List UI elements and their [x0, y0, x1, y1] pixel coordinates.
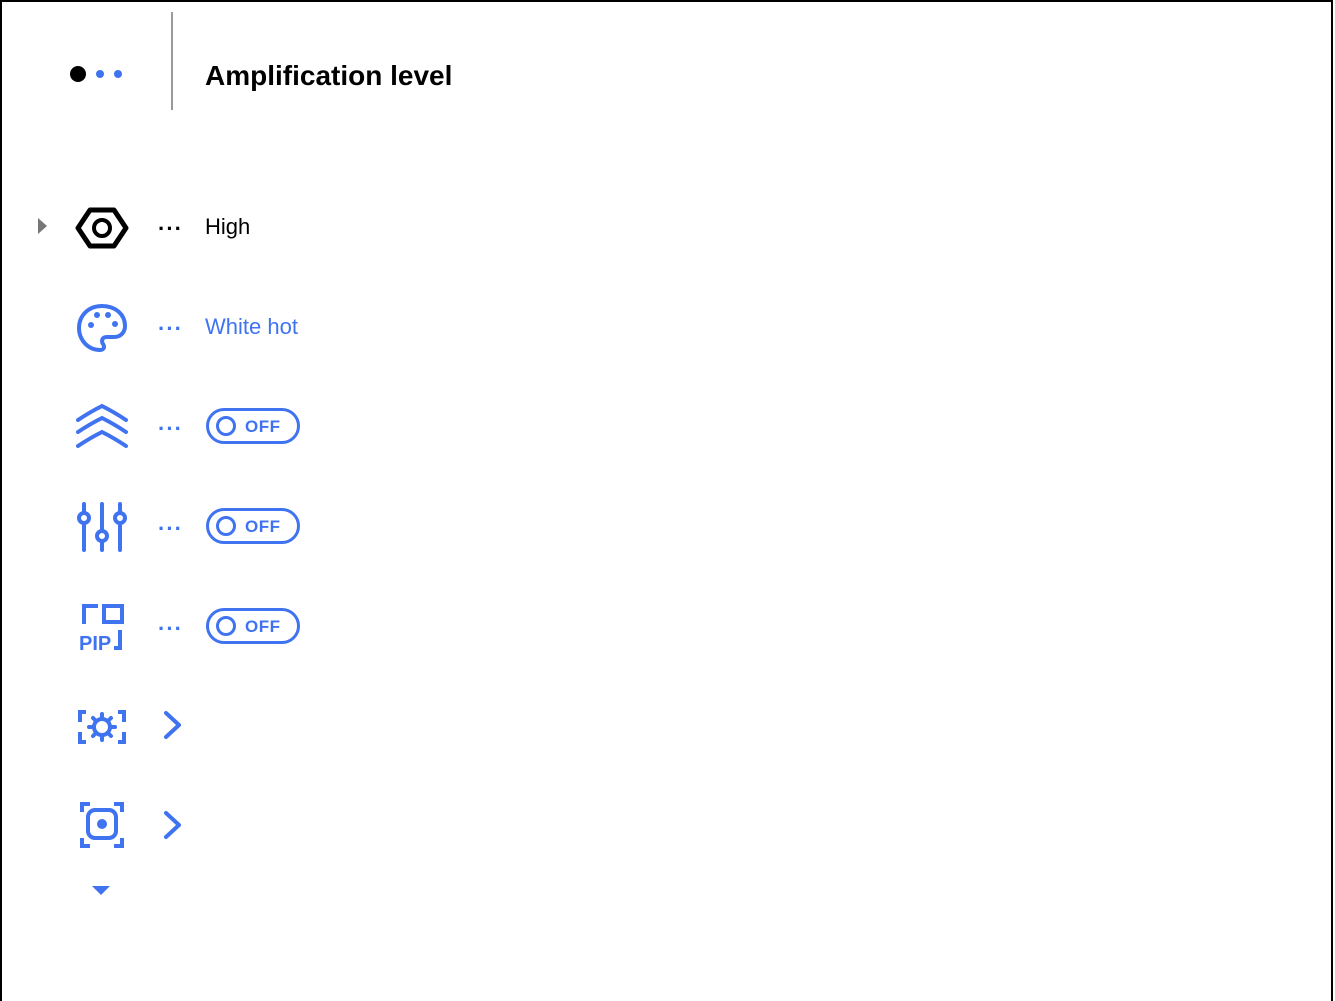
- page-dot-active: [70, 66, 86, 82]
- selection-arrow-icon: [38, 218, 47, 234]
- page-dot: [114, 70, 122, 78]
- menu-item-focus[interactable]: [0, 796, 700, 856]
- chevron-right-icon[interactable]: [160, 810, 186, 840]
- pip-icon: PIP: [74, 600, 130, 656]
- chevron-right-icon[interactable]: [160, 710, 186, 740]
- palette-icon: [74, 300, 130, 356]
- waves-toggle[interactable]: OFF: [206, 408, 300, 444]
- menu-item-amplification[interactable]: ··· High: [0, 198, 700, 258]
- menu-item-palette[interactable]: ··· White hot: [0, 298, 700, 358]
- menu-item-pip[interactable]: PIP ··· OFF: [0, 598, 700, 658]
- menu-item-sliders[interactable]: ··· OFF: [0, 498, 700, 558]
- toggle-label: OFF: [245, 617, 281, 636]
- sliders-icon: [74, 500, 130, 556]
- toggle-knob: [216, 416, 236, 436]
- settings-frame-icon: [74, 698, 130, 754]
- ellipsis: ···: [158, 216, 183, 241]
- focus-frame-icon: [74, 798, 130, 854]
- page-title: Amplification level: [205, 60, 453, 91]
- toggle-knob: [216, 516, 236, 536]
- ellipsis: ···: [158, 616, 183, 641]
- pip-toggle[interactable]: OFF: [206, 608, 300, 644]
- ellipsis: ···: [158, 416, 183, 441]
- sliders-toggle[interactable]: OFF: [206, 508, 300, 544]
- toggle-label: OFF: [245, 417, 281, 436]
- ellipsis: ···: [158, 516, 183, 541]
- toggle-label: OFF: [245, 517, 281, 536]
- amplification-hexagon-icon: [74, 200, 130, 256]
- menu-item-waves[interactable]: ··· OFF: [0, 398, 700, 458]
- header-divider: [171, 12, 173, 110]
- toggle-knob: [216, 616, 236, 636]
- menu-item-settings[interactable]: [0, 696, 700, 756]
- page-dot: [96, 70, 104, 78]
- svg-text:PIP: PIP: [79, 633, 111, 655]
- amplification-value: High: [205, 214, 251, 239]
- waves-icon: [74, 400, 130, 456]
- palette-value: White hot: [205, 314, 298, 339]
- ellipsis: ···: [158, 316, 183, 341]
- scroll-down-icon[interactable]: [92, 886, 110, 895]
